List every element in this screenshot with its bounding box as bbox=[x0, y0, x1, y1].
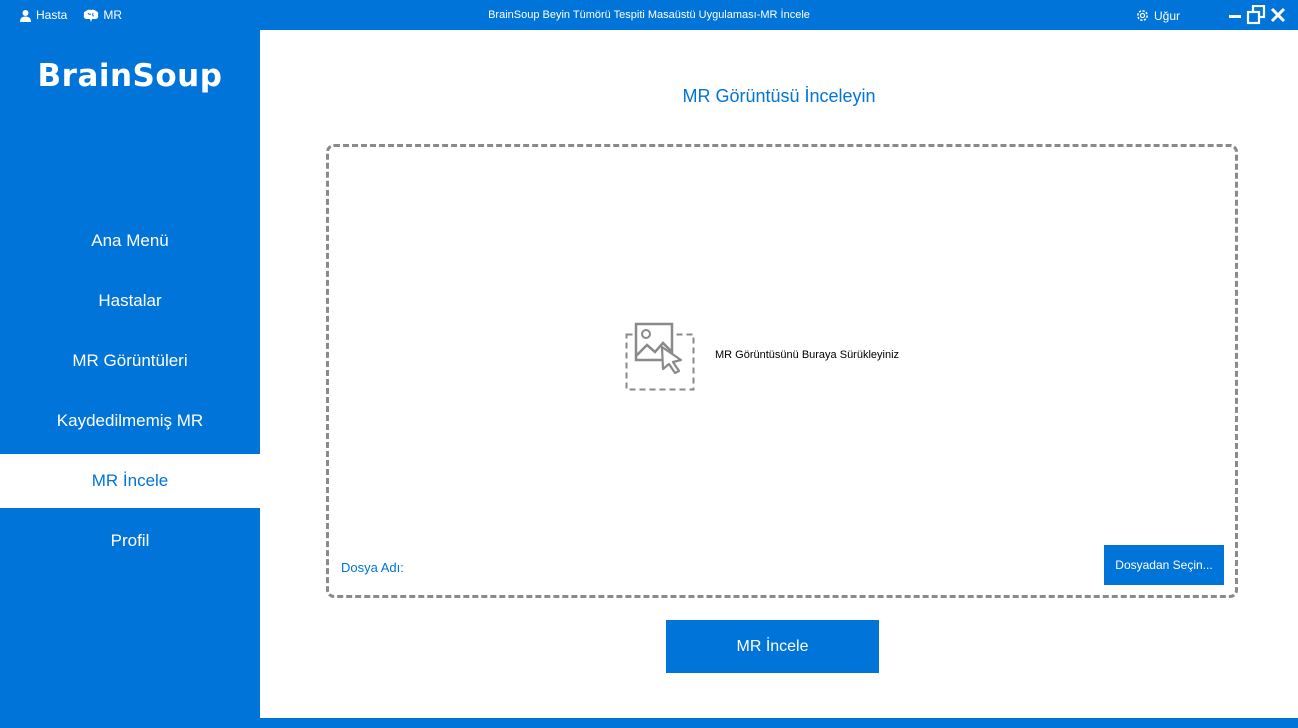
title-bar: Hasta MR BrainSoup Beyin Tümörü Tespiti … bbox=[0, 0, 1298, 30]
sidebar-item-analyze-mr[interactable]: MR İncele bbox=[0, 454, 260, 508]
analyze-mr-button[interactable]: MR İncele bbox=[666, 620, 879, 673]
main-content: MR Görüntüsü İnceleyin MR Görüntüsünü Bu… bbox=[260, 30, 1298, 718]
choose-file-button[interactable]: Dosyadan Seçin... bbox=[1104, 545, 1224, 585]
sidebar-item-main-menu[interactable]: Ana Menü bbox=[0, 211, 260, 271]
sidebar-item-unsaved-mr[interactable]: Kaydedilmemiş MR bbox=[0, 391, 260, 451]
app-logo: BrainSoup bbox=[37, 58, 223, 94]
sidebar-item-patients[interactable]: Hastalar bbox=[0, 271, 260, 331]
dropzone-hint: MR Görüntüsünü Buraya Sürükleyiniz bbox=[715, 349, 900, 361]
file-name-label: Dosya Adı: bbox=[341, 560, 404, 575]
sidebar: BrainSoup Ana Menü Hastalar MR Görüntüle… bbox=[0, 30, 260, 728]
restore-icon[interactable] bbox=[1246, 5, 1266, 25]
window-title: BrainSoup Beyin Tümörü Tespiti Masaüstü … bbox=[488, 9, 810, 21]
image-upload-icon bbox=[625, 322, 695, 391]
close-icon[interactable] bbox=[1270, 7, 1286, 23]
page-title: MR Görüntüsü İnceleyin bbox=[682, 86, 876, 106]
sidebar-item-mr-images[interactable]: MR Görüntüleri bbox=[0, 331, 260, 391]
user-name: Uğur bbox=[1154, 8, 1181, 23]
sidebar-item-profile[interactable]: Profil bbox=[0, 511, 260, 571]
image-dropzone[interactable]: MR Görüntüsünü Buraya Sürükleyiniz Dosya… bbox=[326, 144, 1238, 598]
user-settings[interactable]: Uğur bbox=[1135, 8, 1180, 23]
gear-icon bbox=[1137, 10, 1148, 21]
sidebar-nav: Ana Menü Hastalar MR Görüntüleri Kaydedi… bbox=[0, 211, 260, 571]
minimize-icon[interactable] bbox=[1228, 8, 1242, 22]
